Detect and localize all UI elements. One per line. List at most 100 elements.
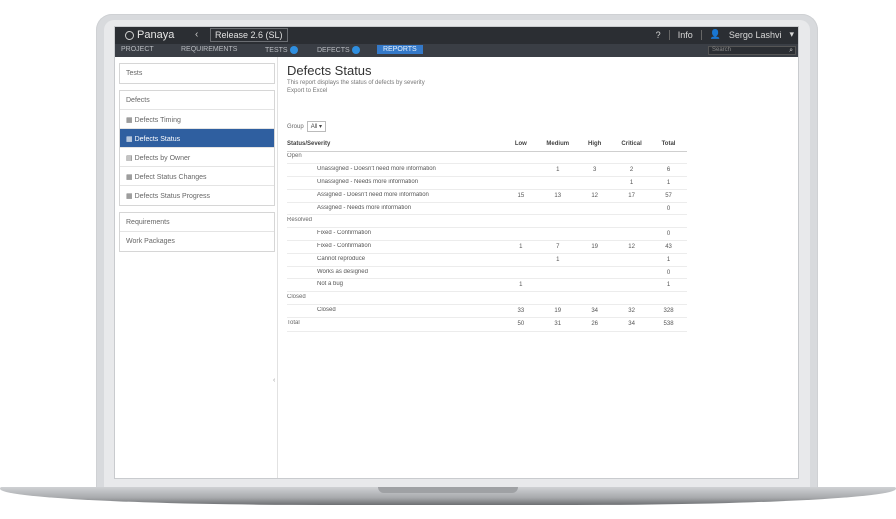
release-selector[interactable]: Release 2.6 (SL): [210, 28, 288, 42]
table-cell: 57: [650, 189, 687, 203]
sidebar-group-defects: Defects ▦ Defects Timing ▦ Defects Statu…: [119, 90, 275, 206]
table-cell: [650, 291, 687, 306]
table-cell: [502, 253, 540, 267]
row-label-text: Unassigned - Needs more information: [317, 178, 419, 185]
table-cell: 328: [650, 304, 687, 318]
brand-logo[interactable]: Panaya: [125, 29, 174, 41]
table-cell: 1: [613, 176, 651, 190]
tab-reports[interactable]: REPORTS: [377, 45, 423, 54]
table-cell: [502, 214, 540, 229]
count-badge: [289, 46, 298, 54]
row-label-text: Closed: [317, 306, 336, 313]
table-cell: [502, 227, 540, 242]
table-cell: 19: [539, 304, 577, 318]
table-cell: [539, 227, 577, 242]
sidebar-item-defects-by-owner[interactable]: ▤ Defects by Owner: [120, 148, 274, 167]
table-cell: [576, 227, 614, 242]
row-label: Unassigned - Doesn't need more informati…: [287, 163, 503, 178]
row-label-text: Assigned - Doesn't need more information: [317, 191, 429, 198]
table-cell: [539, 291, 577, 306]
table-cell: [539, 151, 577, 165]
table-cell: [576, 253, 614, 267]
collapse-sidebar-icon[interactable]: ‹: [273, 377, 275, 384]
group-filter: Group All ▾: [287, 121, 327, 132]
row-label-text: Unassigned - Doesn't need more informati…: [317, 166, 436, 173]
table-row: Cannot reproduce 1 1: [287, 253, 687, 267]
sidebar-item-defects-status[interactable]: ▦ Defects Status: [120, 129, 274, 148]
chart-icon: ▤: [126, 155, 135, 162]
search-input[interactable]: Search ⌕: [708, 46, 796, 55]
row-label: Assigned - Needs more information: [287, 202, 503, 216]
group-select[interactable]: All ▾: [306, 121, 327, 132]
table-cell: [502, 202, 540, 216]
column-header[interactable]: High: [576, 137, 614, 152]
sidebar-item-defects[interactable]: Defects: [120, 91, 274, 110]
row-label: Works as designed: [287, 266, 503, 280]
search-icon[interactable]: ⌕: [789, 47, 793, 54]
category-row: Closed: [287, 291, 687, 306]
app-screen: Panaya ‹ Release 2.6 (SL) ? Info 👤 Sergo…: [114, 26, 799, 479]
table-cell: 538: [650, 316, 687, 332]
row-label-text: Fixed - Confirmation: [317, 242, 372, 249]
user-menu[interactable]: Sergo Lashvi: [729, 30, 782, 40]
column-header[interactable]: Critical: [613, 137, 651, 152]
table-cell: [502, 291, 540, 306]
row-label: Unassigned - Needs more information: [287, 176, 503, 190]
export-link[interactable]: Export to Excel: [287, 88, 792, 94]
group-label: Group: [287, 123, 304, 130]
sidebar-item-requirements[interactable]: Requirements: [120, 213, 274, 232]
info-link[interactable]: Info: [678, 30, 693, 40]
table-cell: 12: [613, 240, 651, 254]
row-label-text: Resolved: [287, 217, 313, 224]
category-row: Resolved: [287, 214, 687, 229]
tab-defects[interactable]: DEFECTS: [317, 46, 360, 54]
table-cell: [650, 151, 687, 165]
row-label: Closed: [287, 291, 503, 306]
table-cell: 1: [502, 240, 540, 254]
table-cell: 13: [539, 189, 577, 203]
sidebar-item-defects-status-progress[interactable]: ▦ Defects Status Progress: [120, 186, 274, 205]
column-header[interactable]: Total: [650, 137, 687, 152]
sidebar-item-label: Work Packages: [126, 238, 175, 245]
table-cell: [576, 266, 614, 280]
sidebar-item-label: Tests: [126, 70, 143, 77]
sidebar-item-work-packages[interactable]: Work Packages: [120, 232, 274, 251]
table-row: Unassigned - Needs more information 1 1: [287, 176, 687, 190]
table-cell: [576, 202, 614, 216]
tab-project[interactable]: PROJECT: [121, 46, 154, 53]
row-label-text: Open: [287, 153, 302, 160]
caret-down-icon[interactable]: ▾: [789, 29, 794, 40]
sidebar-item-label: Defects Status: [134, 136, 181, 143]
top-right-menu: ? Info 👤 Sergo Lashvi ▾: [656, 29, 794, 40]
sidebar-item-tests[interactable]: Tests: [120, 64, 274, 83]
table-cell: [539, 266, 577, 280]
table-cell: [650, 214, 687, 229]
column-header[interactable]: Medium: [539, 137, 577, 152]
main-content: Defects Status This report displays the …: [287, 63, 792, 332]
table-cell: 0: [650, 266, 687, 280]
brand-name: Panaya: [137, 29, 175, 41]
column-header[interactable]: Low: [502, 137, 540, 152]
tab-requirements[interactable]: REQUIREMENTS: [181, 46, 237, 53]
help-link[interactable]: ?: [656, 30, 661, 40]
row-label: Assigned - Doesn't need more information: [287, 189, 503, 203]
tab-label: REPORTS: [383, 46, 417, 53]
table-cell: [613, 291, 651, 306]
table-cell: 1: [650, 278, 687, 293]
table-cell: 34: [613, 316, 651, 332]
tab-tests[interactable]: TESTS: [265, 46, 298, 54]
column-header[interactable]: Status/Severity: [287, 137, 503, 152]
table-cell: 33: [502, 304, 540, 318]
sidebar-item-defect-status-changes[interactable]: ▦ Defect Status Changes: [120, 167, 274, 186]
sidebar-item-label: Requirements: [126, 219, 170, 226]
sidebar-item-defects-timing[interactable]: ▦ Defects Timing: [120, 110, 274, 129]
sidebar-group-requirements: Requirements Work Packages: [119, 212, 275, 252]
chevron-left-icon[interactable]: ‹: [195, 29, 198, 40]
sidebar-item-label: Defects Status Progress: [134, 193, 211, 200]
table-cell: 2: [613, 163, 651, 178]
table-cell: [576, 278, 614, 293]
group-select-value: All: [310, 124, 318, 130]
table-cell: 0: [650, 202, 687, 216]
table-cell: 26: [576, 316, 614, 332]
tab-label: REQUIREMENTS: [181, 46, 238, 53]
